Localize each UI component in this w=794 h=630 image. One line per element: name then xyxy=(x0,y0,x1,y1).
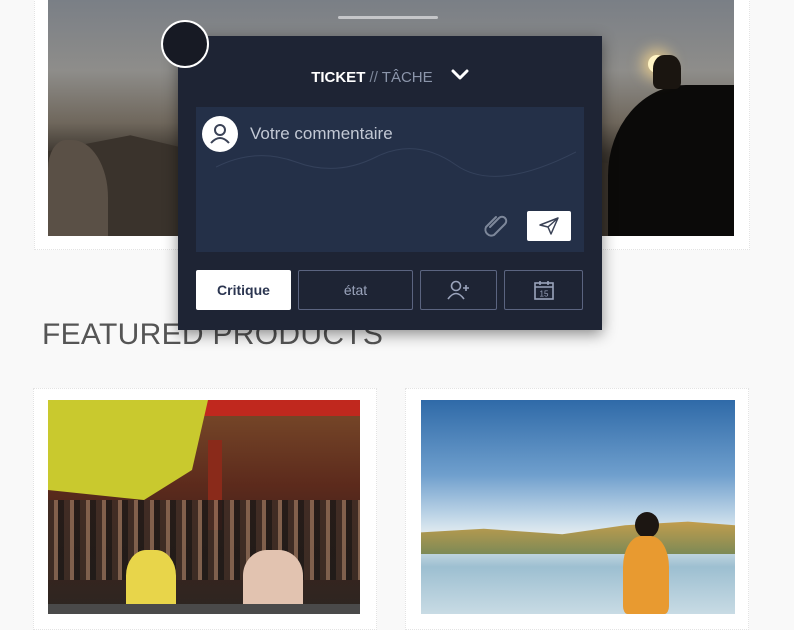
calendar-button[interactable]: 15 xyxy=(504,270,583,310)
critique-button[interactable]: Critique xyxy=(196,270,291,310)
add-user-icon xyxy=(446,280,469,300)
tab-tache[interactable]: TÂCHE xyxy=(382,69,433,86)
chevron-down-icon[interactable] xyxy=(451,68,469,85)
comment-input[interactable] xyxy=(248,119,572,149)
send-icon xyxy=(539,217,559,235)
calendar-day: 15 xyxy=(539,290,548,299)
send-button[interactable] xyxy=(527,211,571,241)
paperclip-icon[interactable] xyxy=(482,211,510,244)
avatar[interactable] xyxy=(161,20,209,68)
calendar-icon: 15 xyxy=(533,281,554,300)
drag-handle xyxy=(338,16,438,19)
tab-separator: // xyxy=(369,69,378,86)
tab-ticket[interactable]: TICKET xyxy=(311,69,365,86)
assign-user-button[interactable] xyxy=(420,270,497,310)
tab-switch: TICKET // TÂCHE xyxy=(178,68,602,86)
comment-box xyxy=(196,107,584,252)
etat-button[interactable]: état xyxy=(298,270,413,310)
product-image[interactable] xyxy=(421,400,735,614)
product-image[interactable] xyxy=(48,400,360,614)
user-icon xyxy=(202,116,238,152)
ticket-panel: TICKET // TÂCHE Critique état 15 xyxy=(178,36,602,330)
